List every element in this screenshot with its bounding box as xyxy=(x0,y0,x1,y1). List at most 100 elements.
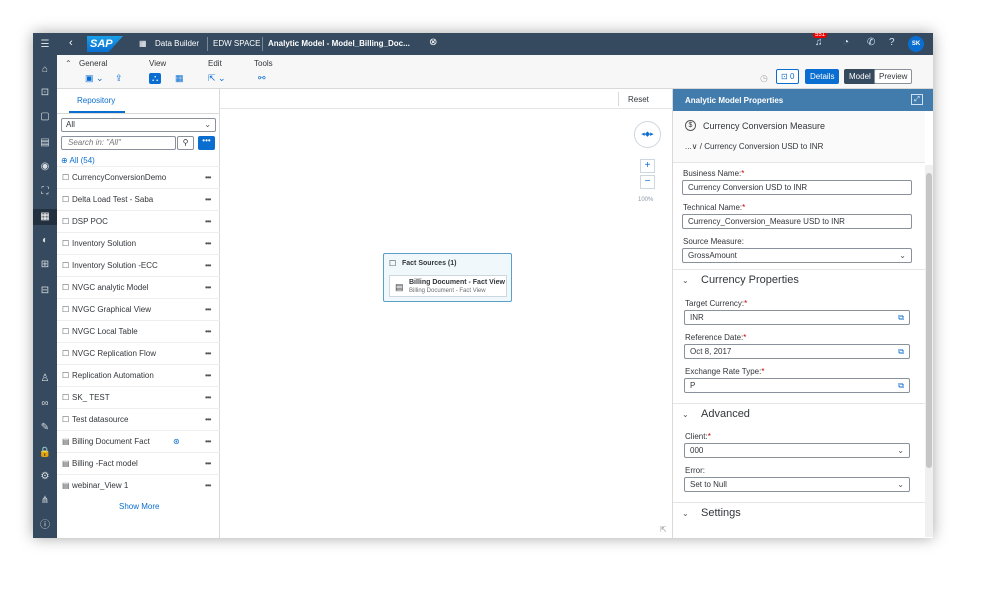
all-count[interactable]: ⊕ All (54) xyxy=(61,156,95,165)
list-item[interactable]: ▤ Billing -Fact model ••• xyxy=(57,452,220,474)
more-icon[interactable]: ••• xyxy=(205,437,211,446)
scrollbar-thumb[interactable] xyxy=(926,173,932,468)
pan-navigation-icon[interactable]: ◂◆▸ xyxy=(634,121,661,148)
security-icon[interactable]: ♙ xyxy=(33,371,57,387)
export-icon[interactable]: ⇱ ⌄ xyxy=(208,73,226,84)
repository-icon[interactable]: ▢ xyxy=(33,109,57,125)
sap-logo[interactable]: SAP xyxy=(87,36,123,52)
tab-repository[interactable]: Repository xyxy=(77,96,115,105)
preview-button[interactable]: Preview xyxy=(874,69,913,84)
reference-date-field[interactable]: Oct 8, 2017 ⧉ xyxy=(684,344,910,359)
data-marketplace-icon[interactable]: ✎ xyxy=(33,420,57,436)
client-select[interactable]: 000 ⌄ xyxy=(684,443,910,458)
history-icon[interactable]: ◷ xyxy=(760,73,768,84)
more-icon[interactable]: ••• xyxy=(205,305,211,314)
support-icon[interactable]: ✆ xyxy=(867,37,875,48)
more-icon[interactable]: ••• xyxy=(205,415,211,424)
list-item[interactable]: ☐ Inventory Solution ••• xyxy=(57,232,220,254)
list-item[interactable]: ☐ Delta Load Test - Saba ••• xyxy=(57,188,220,210)
more-icon[interactable]: ••• xyxy=(205,173,211,182)
deploy-icon[interactable]: ⇪ xyxy=(115,73,123,84)
expand-icon[interactable]: ⤢ xyxy=(911,94,923,105)
search-icon[interactable]: ⚲ xyxy=(177,136,194,150)
list-item[interactable]: ☐ CurrencyConversionDemo ••• xyxy=(57,166,220,188)
app-name[interactable]: Data Builder xyxy=(155,39,199,48)
impact-lineage-icon[interactable]: ⚯ xyxy=(258,73,266,84)
data-integration-icon[interactable]: ⊞ xyxy=(33,257,57,273)
resize-icon[interactable]: ⇱ xyxy=(660,525,667,534)
more-icon[interactable]: ••• xyxy=(205,371,211,380)
data-builder-icon[interactable]: ▦ xyxy=(33,209,57,225)
details-button[interactable]: Details xyxy=(805,69,840,84)
list-item[interactable]: ▤ webinar_View 1 ••• xyxy=(57,474,220,496)
value-help-icon[interactable]: ⧉ xyxy=(898,379,904,392)
show-more-link[interactable]: Show More xyxy=(119,502,159,511)
table-view-icon[interactable]: ▦ xyxy=(175,73,184,84)
more-icon[interactable]: ••• xyxy=(205,459,211,468)
list-item[interactable]: ☐ NVGC Graphical View ••• xyxy=(57,298,220,320)
repository-filter-select[interactable]: All ⌄ xyxy=(61,118,216,132)
share-icon[interactable]: ⋔ xyxy=(33,493,57,509)
more-icon[interactable]: ••• xyxy=(205,217,211,226)
info-icon[interactable]: ⓘ xyxy=(33,518,57,534)
close-tab-icon[interactable]: ⊗ xyxy=(429,37,437,48)
list-item[interactable]: ☐ NVGC Local Table ••• xyxy=(57,320,220,342)
zoom-in-icon[interactable]: + xyxy=(640,159,655,173)
avatar[interactable]: SK xyxy=(908,36,924,52)
more-icon[interactable]: ••• xyxy=(205,481,211,490)
list-item[interactable]: ☐ Test datasource ••• xyxy=(57,408,220,430)
connections-icon[interactable]: ⊟ xyxy=(33,283,57,299)
more-options-button[interactable]: ••• xyxy=(198,136,215,150)
more-icon[interactable]: ••• xyxy=(205,327,211,336)
list-item[interactable]: ☐ Replication Automation ••• xyxy=(57,364,220,386)
more-icon[interactable]: ••• xyxy=(205,261,211,270)
list-item[interactable]: ☐ SK_ TEST ••• xyxy=(57,386,220,408)
list-item[interactable]: ☐ NVGC analytic Model ••• xyxy=(57,276,220,298)
target-currency-field[interactable]: INR ⧉ xyxy=(684,310,910,325)
collapse-toolbar-icon[interactable]: ⌃ xyxy=(65,59,72,68)
currency-properties-section[interactable]: ⌄ Currency Properties xyxy=(673,269,925,289)
diagram-view-icon[interactable]: ⛬ xyxy=(149,73,162,84)
technical-name-field[interactable]: Currency_Conversion_Measure USD to INR xyxy=(682,214,912,229)
feedback-icon[interactable]: ◔ xyxy=(843,37,849,48)
source-measure-select[interactable]: GrossAmount ⌄ xyxy=(682,248,912,263)
more-icon[interactable]: ••• xyxy=(205,239,211,248)
list-item[interactable]: ☐ DSP POC ••• xyxy=(57,210,220,232)
diagram-canvas[interactable]: Reset ◂◆▸ + − 100% ☐ Fact Sources (1) ▤ … xyxy=(220,89,672,538)
data-access-icon[interactable]: ◐ xyxy=(33,233,57,249)
advanced-section[interactable]: ⌄ Advanced xyxy=(673,403,925,423)
space-management-icon[interactable]: ▤ xyxy=(33,135,57,151)
fact-view-node[interactable]: ▤ Billing Document - Fact View Billing D… xyxy=(389,275,507,297)
errors-button[interactable]: ⊡ 0 xyxy=(776,69,800,84)
list-item[interactable]: ☐ NVGC Replication Flow ••• xyxy=(57,342,220,364)
settings-section[interactable]: ⌄ Settings xyxy=(673,502,925,522)
reset-button[interactable]: Reset xyxy=(628,95,649,104)
list-item[interactable]: ☐ Inventory Solution -ECC ••• xyxy=(57,254,220,276)
more-icon[interactable]: ••• xyxy=(205,195,211,204)
model-button[interactable]: Model xyxy=(844,69,876,84)
search-input[interactable]: Search in: "All" xyxy=(61,136,176,150)
fact-sources-node[interactable]: ☐ Fact Sources (1) ▤ Billing Document - … xyxy=(383,253,512,302)
home-icon[interactable]: ⌂ xyxy=(33,62,57,78)
error-select[interactable]: Set to Null ⌄ xyxy=(684,477,910,492)
lock-icon[interactable]: 🔒 xyxy=(33,445,57,461)
value-help-icon[interactable]: ⧉ xyxy=(898,311,904,324)
semantic-onboarding-icon[interactable]: ◉ xyxy=(33,159,57,175)
business-builder-icon[interactable]: ⛶ xyxy=(33,184,57,200)
transport-icon[interactable]: ∞ xyxy=(33,396,57,412)
zoom-out-icon[interactable]: − xyxy=(640,175,655,189)
help-icon[interactable]: ? xyxy=(889,37,895,48)
notifications-icon[interactable]: ♫ xyxy=(815,37,823,48)
value-help-icon[interactable]: ⧉ xyxy=(898,345,904,358)
list-item[interactable]: ▤ Billing Document Fact ⊛ ••• xyxy=(57,430,220,452)
settings-icon[interactable]: ⚙ xyxy=(33,469,57,485)
more-icon[interactable]: ••• xyxy=(205,393,211,402)
catalog-icon[interactable]: ⊡ xyxy=(33,85,57,101)
more-icon[interactable]: ••• xyxy=(205,349,211,358)
business-name-field[interactable]: Currency Conversion USD to INR xyxy=(682,180,912,195)
save-icon[interactable]: ▣ ⌄ xyxy=(85,73,104,84)
exchange-rate-type-field[interactable]: P ⧉ xyxy=(684,378,910,393)
space-name[interactable]: EDW SPACE xyxy=(213,39,260,48)
menu-icon[interactable]: ☰ xyxy=(33,37,57,53)
back-icon[interactable]: ‹ xyxy=(69,37,73,49)
